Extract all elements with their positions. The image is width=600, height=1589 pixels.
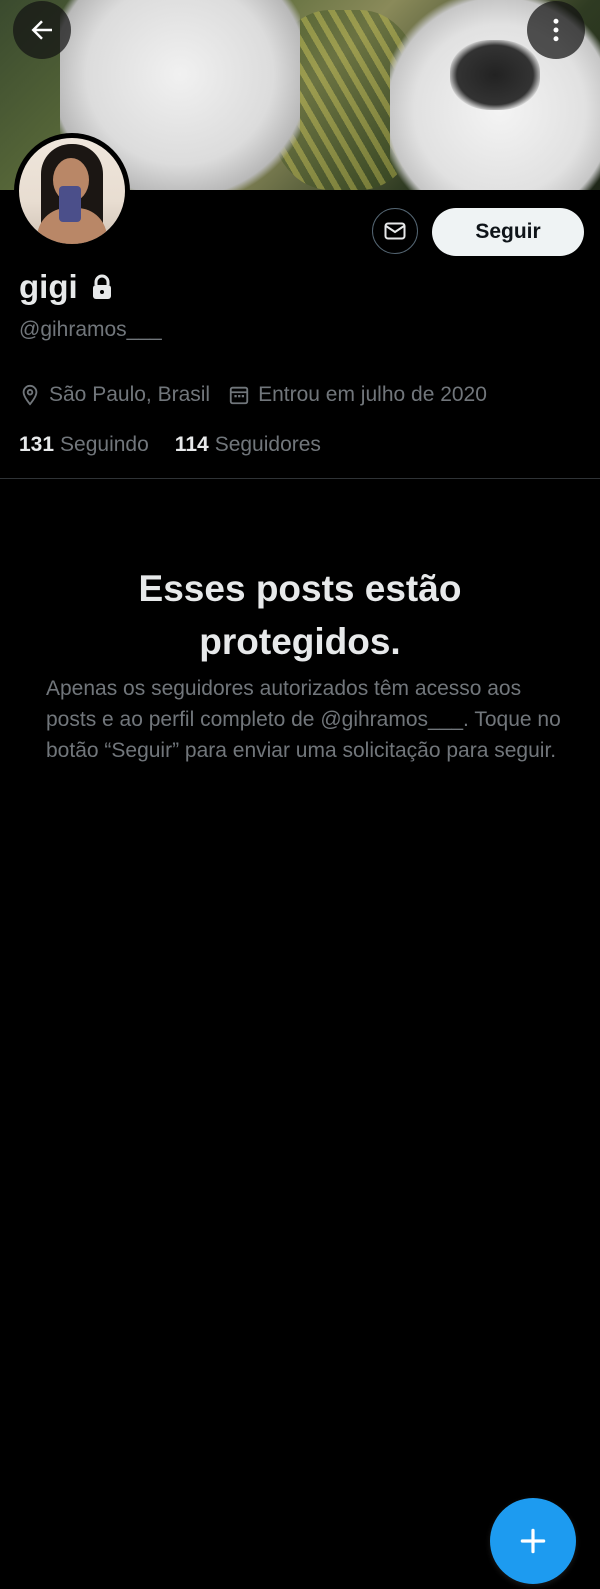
follow-stats: 131 Seguindo 114 Seguidores <box>19 433 347 457</box>
following-link[interactable]: 131 Seguindo <box>19 433 149 457</box>
avatar-image <box>19 138 125 244</box>
more-options-button[interactable] <box>527 1 585 59</box>
followers-link[interactable]: 114 Seguidores <box>175 433 321 457</box>
profile-name: gigi <box>19 268 78 305</box>
mail-icon <box>384 222 406 240</box>
follow-button[interactable]: Seguir <box>432 208 584 256</box>
followers-label: Seguidores <box>214 433 321 456</box>
back-arrow-icon <box>31 20 52 40</box>
joined-text: Entrou em julho de 2020 <box>258 383 487 406</box>
following-count: 131 <box>19 433 55 456</box>
calendar-icon <box>229 386 249 405</box>
protected-message: Apenas os seguidores autorizados têm ace… <box>46 677 561 762</box>
compose-button[interactable] <box>490 1498 576 1584</box>
profile-meta: São Paulo, Brasil Entrou em julho de 202… <box>19 383 505 407</box>
profile-joined: Entrou em julho de 2020 <box>228 383 487 407</box>
following-label: Seguindo <box>60 433 149 456</box>
followers-count: 114 <box>174 433 209 456</box>
protected-title: Esses posts estão protegidos. <box>138 568 462 662</box>
lock-icon <box>92 274 111 299</box>
profile-location: São Paulo, Brasil <box>19 383 210 407</box>
back-button[interactable] <box>13 1 71 59</box>
message-button[interactable] <box>372 208 418 254</box>
location-text: São Paulo, Brasil <box>49 383 211 406</box>
more-vertical-icon <box>553 18 559 42</box>
divider <box>0 478 600 479</box>
profile-name-row: gigi <box>19 268 114 306</box>
avatar[interactable] <box>14 133 130 249</box>
banner-cat-patch <box>450 40 540 110</box>
plus-icon <box>520 1528 546 1554</box>
profile-handle: @gihramos___ <box>19 318 162 341</box>
location-pin-icon <box>22 384 38 406</box>
